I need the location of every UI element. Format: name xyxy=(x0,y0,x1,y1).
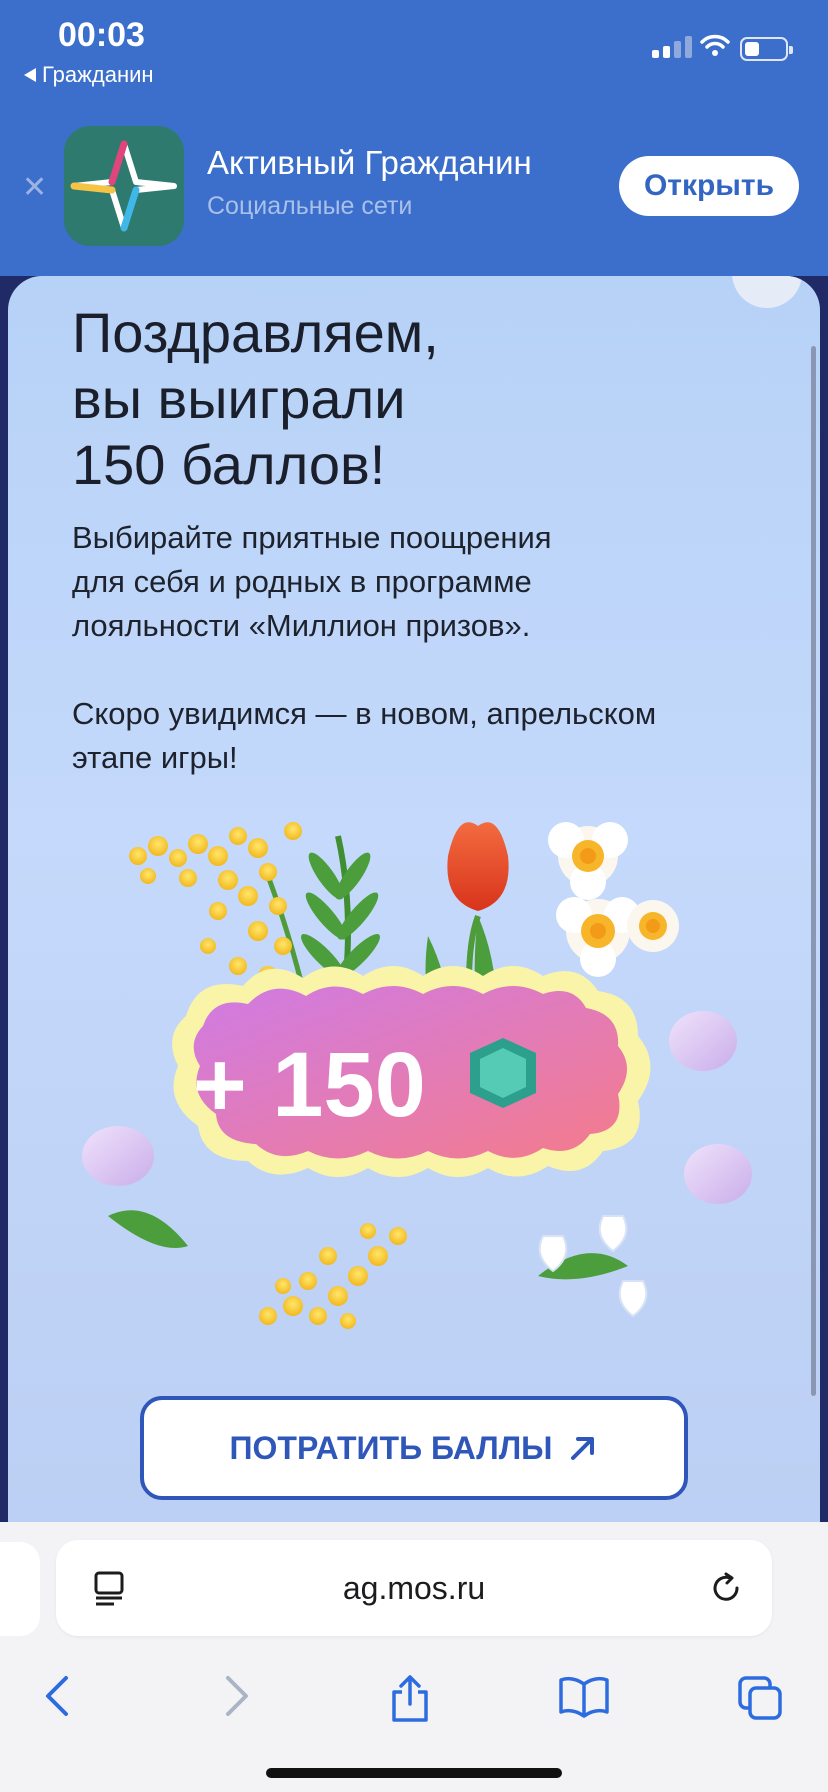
title-line: 150 баллов! xyxy=(72,433,386,496)
banner-app-name: Активный Гражданин xyxy=(207,144,532,181)
points-badge-text: + 150 xyxy=(193,1034,426,1136)
reload-icon[interactable] xyxy=(708,1570,744,1606)
description-line: Выбирайте приятные поощрения xyxy=(72,520,552,555)
modal-scrollbar[interactable] xyxy=(811,346,816,1396)
smart-app-banner: ✕ Активный Гражданин Социальные сети Отк… xyxy=(0,120,828,276)
back-icon[interactable] xyxy=(40,1674,76,1718)
back-to-app-link[interactable]: Гражданин xyxy=(24,62,154,88)
description-line: лояльности «Миллион призов». xyxy=(72,608,531,643)
external-arrow-icon xyxy=(571,1437,595,1460)
battery-icon xyxy=(740,37,793,61)
description-line: этапе игры! xyxy=(72,740,238,775)
wifi-icon xyxy=(700,34,730,56)
url-text: ag.mos.ru xyxy=(342,1569,486,1606)
flowers-bouquet-illustration: + 150 xyxy=(82,822,752,1329)
browser-toolbar xyxy=(0,1652,828,1742)
forward-icon[interactable] xyxy=(218,1674,254,1718)
bookmarks-icon[interactable] xyxy=(558,1674,610,1718)
spend-points-label: ПОТРАТИТЬ БАЛЛЫ xyxy=(229,1429,553,1466)
status-bar: 00:03 Гражданин xyxy=(0,0,828,120)
title-line: вы выиграли xyxy=(72,367,406,430)
spend-points-button[interactable]: ПОТРАТИТЬ БАЛЛЫ xyxy=(140,1396,688,1500)
address-bar[interactable]: ag.mos.ru xyxy=(56,1540,772,1636)
app-logo-icon xyxy=(64,126,184,246)
previous-tab-preview[interactable] xyxy=(0,1542,40,1636)
modal-description-2: Скоро увидимся — в новом, апрельском эта… xyxy=(72,692,792,780)
back-app-label: Гражданин xyxy=(42,62,154,87)
browser-chrome: ag.mos.ru xyxy=(0,1522,828,1792)
title-line: Поздравляем, xyxy=(72,301,439,364)
open-app-button[interactable]: Открыть xyxy=(619,156,799,216)
modal-description: Выбирайте приятные поощрения для себя и … xyxy=(72,516,792,648)
cellular-signal-icon xyxy=(652,36,692,58)
back-triangle-icon xyxy=(24,68,36,82)
banner-app-subtitle: Социальные сети xyxy=(207,192,413,220)
home-indicator[interactable] xyxy=(266,1768,562,1778)
description-line: Скоро увидимся — в новом, апрельском xyxy=(72,696,657,731)
banner-close-icon[interactable]: ✕ xyxy=(22,170,47,205)
description-line: для себя и родных в программе xyxy=(72,564,532,599)
status-time: 00:03 xyxy=(58,16,145,54)
prize-modal: Поздравляем, вы выиграли 150 баллов! Выб… xyxy=(8,276,820,1522)
modal-title: Поздравляем, вы выиграли 150 баллов! xyxy=(72,300,752,498)
share-icon[interactable] xyxy=(388,1674,432,1724)
tabs-icon[interactable] xyxy=(736,1674,784,1722)
